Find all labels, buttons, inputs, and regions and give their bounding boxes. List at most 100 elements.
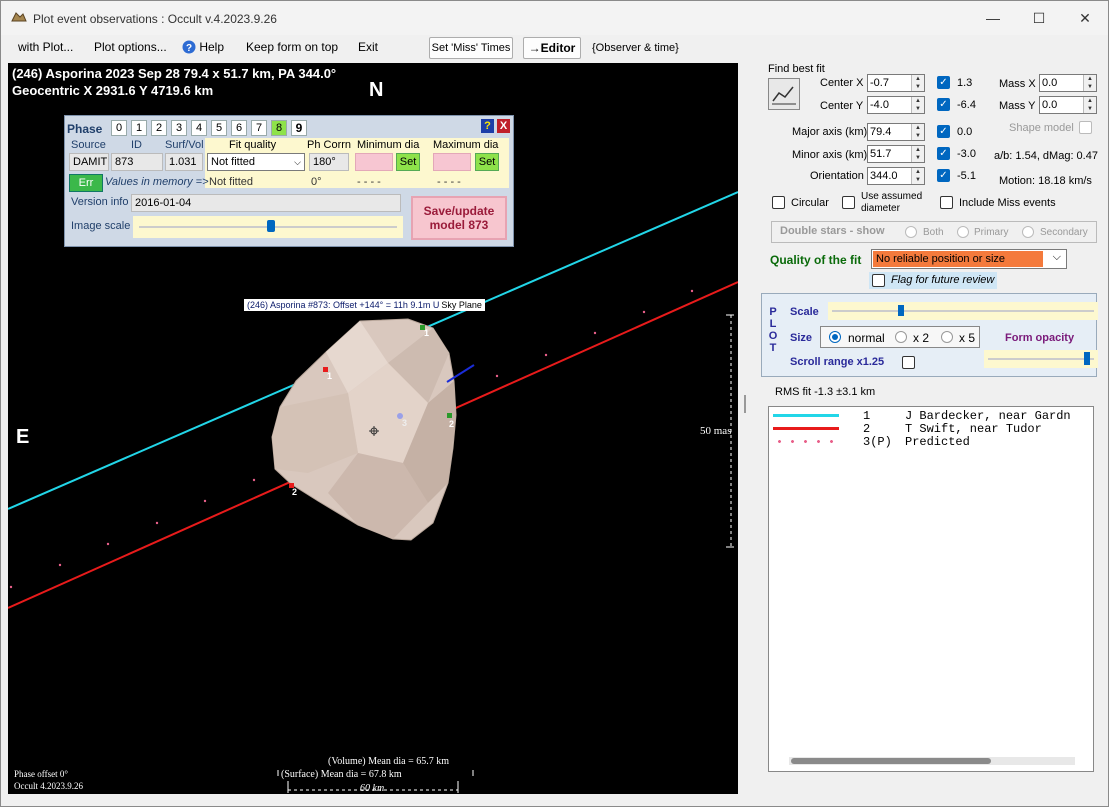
phase-button-3[interactable]: 3 [171,120,187,136]
legend-name-3: Predicted [905,435,970,449]
menu-help[interactable]: ? Help [182,40,224,54]
slider-track [988,358,1094,360]
legend-scrollbar[interactable] [789,757,1075,765]
quality-of-fit-value: No reliable position or size [873,251,1043,267]
phase-button-9[interactable]: 9 [291,120,307,136]
legend-scrollbar-thumb[interactable] [791,758,991,764]
size-normal-label: normal [848,331,885,345]
form-opacity-slider[interactable] [984,350,1098,368]
phase-button-7[interactable]: 7 [251,120,267,136]
set-miss-times-button[interactable]: Set 'Miss' Times [429,37,513,59]
flag-review-row: Flag for future review [869,272,997,289]
minimize-button[interactable]: — [970,1,1016,35]
spin-arrows-icon[interactable]: ▲ ▼ [1083,97,1096,113]
spin-arrows-icon[interactable]: ▲ ▼ [911,75,924,91]
splitter-handle[interactable] [744,395,746,413]
chevron-down-icon: ⌵ [294,157,301,167]
id-field: 873 [111,153,163,171]
mass-x-value: 0.0 [1042,77,1058,89]
orientation-input[interactable]: 344.0 ▲ ▼ [867,167,925,185]
legend-row-3: 3(P) Predicted [769,435,1093,449]
phase-button-0[interactable]: 0 [111,120,127,136]
help-icon[interactable]: ? [481,119,494,133]
plot-header-line1: (246) Asporina 2023 Sep 28 79.4 x 51.7 k… [12,66,337,81]
find-best-fit-button[interactable] [768,78,800,110]
phase-button-4[interactable]: 4 [191,120,207,136]
menu-exit[interactable]: Exit [358,40,378,54]
menu-keep-on-top[interactable]: Keep form on top [246,40,338,54]
size-x2-radio[interactable] [895,331,907,343]
center-x-input[interactable]: -0.7 ▲ ▼ [867,74,925,92]
phase-button-2[interactable]: 2 [151,120,167,136]
quality-of-fit-label: Quality of the fit [770,253,862,267]
min-dia-field[interactable] [355,153,393,171]
editor-button[interactable]: →Editor [523,37,581,59]
phase-button-1[interactable]: 1 [131,120,147,136]
legend-row-2: 2 T Swift, near Tudor [769,422,1093,436]
scroll-range-checkbox[interactable] [902,356,915,369]
chord-label-2: 2 [449,419,455,429]
close-button[interactable]: ✕ [1062,1,1108,35]
spin-arrows-icon[interactable]: ▲ ▼ [911,146,924,162]
quality-of-fit-dropdown[interactable]: No reliable position or size ⌵ [871,249,1067,269]
minor-axis-checkbox[interactable]: ✓ [937,147,950,160]
secondary-radio[interactable] [1022,226,1034,238]
slider-thumb[interactable] [1084,352,1090,365]
maximize-button[interactable]: ☐ [1016,1,1062,35]
menu-with-plot[interactable]: with Plot... [18,40,73,54]
orientation-checkbox[interactable]: ✓ [937,169,950,182]
major-axis-input[interactable]: 79.4 ▲ ▼ [867,123,925,141]
size-x5-radio[interactable] [941,331,953,343]
set-min-dia-button[interactable]: Set [396,153,420,171]
err-button[interactable]: Err [69,174,103,192]
image-scale-slider[interactable] [133,216,403,238]
minor-axis-input[interactable]: 51.7 ▲ ▼ [867,145,925,163]
major-axis-checkbox[interactable]: ✓ [937,125,950,138]
save-update-model-button[interactable]: Save/update model 873 [411,196,507,240]
menu-plot-options[interactable]: Plot options... [94,40,167,54]
slider-thumb[interactable] [898,305,904,316]
center-y-checkbox[interactable]: ✓ [937,98,950,111]
fit-quality-dropdown[interactable]: Not fitted ⌵ [207,153,305,171]
set-max-dia-button[interactable]: Set [475,153,499,171]
phase-button-5[interactable]: 5 [211,120,227,136]
motion-label: Motion: 18.18 km/s [999,175,1092,187]
mass-y-value: 0.0 [1042,99,1058,111]
center-x-checkbox[interactable]: ✓ [937,76,950,89]
observer-time-label: {Observer & time} [592,42,679,54]
mass-y-input[interactable]: 0.0 ▲ ▼ [1039,96,1097,114]
center-y-label: Center Y [820,100,864,112]
slider-thumb[interactable] [267,220,275,232]
ph-corrn-field[interactable]: 180° [309,153,349,171]
spin-arrows-icon[interactable]: ▲ ▼ [1083,75,1096,91]
use-assumed-checkbox[interactable] [842,196,855,209]
plot-canvas[interactable]: (246) Asporina 2023 Sep 28 79.4 x 51.7 k… [8,63,738,794]
rms-fit-label: RMS fit -1.3 ±3.1 km [775,386,876,398]
scale-slider[interactable] [828,302,1098,320]
size-x5-label: x 5 [959,331,976,345]
flag-review-checkbox[interactable] [872,274,885,287]
primary-radio[interactable] [957,226,969,238]
both-radio[interactable] [905,226,917,238]
min-dia-memory: - - - - [357,176,381,188]
size-normal-radio[interactable] [829,331,841,343]
include-miss-checkbox[interactable] [940,196,953,209]
spin-arrows-icon[interactable]: ▲ ▼ [911,124,924,140]
sky-plane-label: Sky Plane [441,300,482,310]
mas-scale-label: 50 mas [700,425,732,437]
max-dia-field[interactable] [433,153,471,171]
spin-arrows-icon[interactable]: ▲ ▼ [911,97,924,113]
phase-button-6[interactable]: 6 [231,120,247,136]
center-y-input[interactable]: -4.0 ▲ ▼ [867,96,925,114]
close-icon[interactable]: X [497,119,510,133]
minor-axis-value: 51.7 [870,148,892,160]
chevron-down-icon: ⌵ [1052,251,1061,263]
circular-checkbox[interactable] [772,196,785,209]
model-caption-text: (246) Asporina #873: Offset +144° = 11h … [247,300,440,310]
phase-button-8[interactable]: 8 [271,120,287,136]
spin-arrows-icon[interactable]: ▲ ▼ [911,168,924,184]
mass-x-input[interactable]: 0.0 ▲ ▼ [1039,74,1097,92]
size-group: normal x 2 x 5 [820,326,980,348]
shape-model-checkbox[interactable] [1079,121,1092,134]
ab-dmag-label: a/b: 1.54, dMag: 0.47 [994,150,1098,162]
